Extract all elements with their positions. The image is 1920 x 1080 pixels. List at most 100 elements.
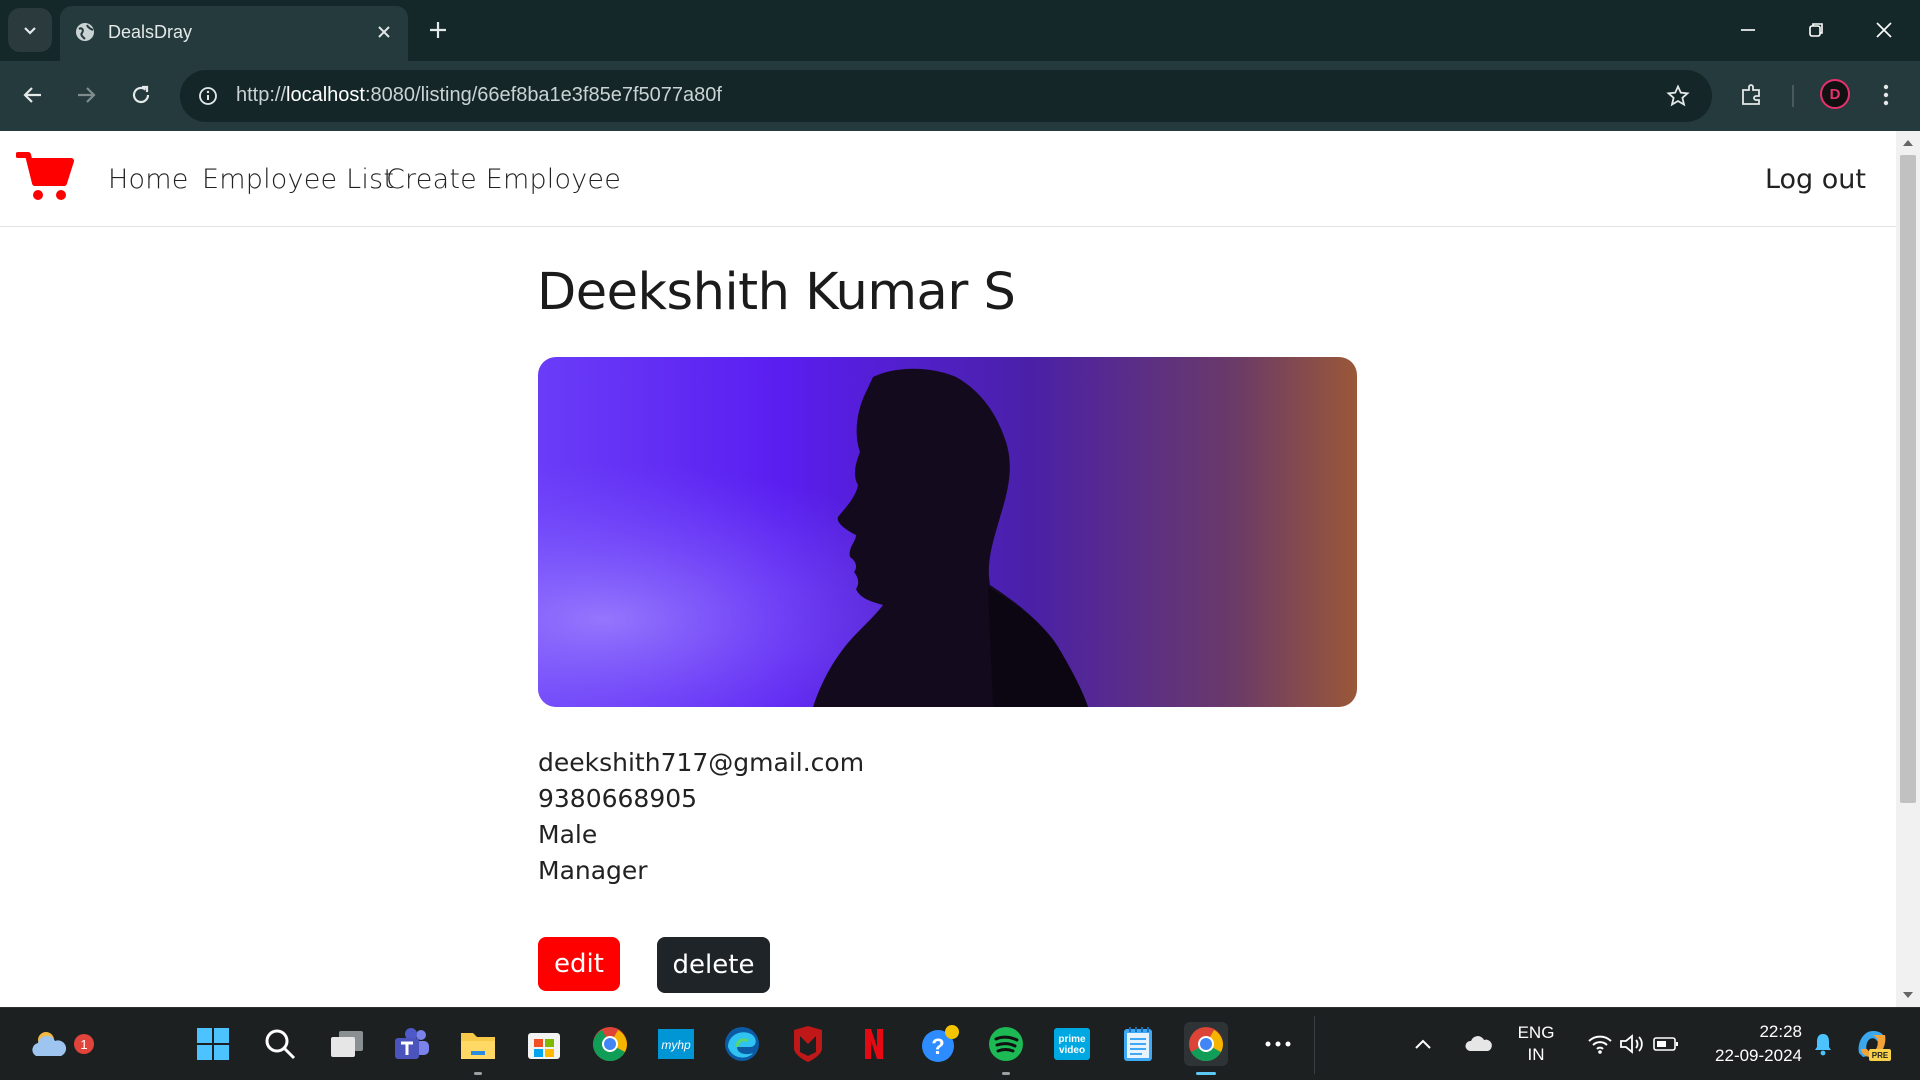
microsoft-store-button[interactable] [522, 1022, 566, 1066]
notifications-button[interactable] [1808, 1022, 1838, 1066]
scroll-down-arrow[interactable] [1902, 989, 1914, 1001]
netflix-button[interactable] [852, 1022, 896, 1066]
caret-up-icon [1903, 140, 1913, 146]
restore-button[interactable] [1794, 10, 1838, 50]
search-icon [265, 1029, 296, 1060]
language-region: IN [1527, 1045, 1545, 1064]
browser-menu-button[interactable] [1866, 75, 1906, 115]
employee-phone: 9380668905 [538, 784, 698, 813]
employee-name: Deekshith Kumar S [537, 263, 1016, 322]
scroll-up-arrow[interactable] [1902, 137, 1914, 149]
taskbar-divider [1314, 1016, 1315, 1074]
back-button[interactable] [13, 75, 53, 115]
site-info-button[interactable] [192, 80, 224, 112]
prime-video-button[interactable]: prime video [1050, 1022, 1094, 1066]
spotify-button[interactable] [984, 1022, 1028, 1075]
close-icon [378, 26, 390, 38]
url-path: :8080/listing/66ef8ba1e3f85e7f5077a80f [364, 84, 722, 106]
more-apps-button[interactable] [1256, 1022, 1300, 1066]
star-icon [1666, 84, 1690, 107]
nav-link-home[interactable]: Home [108, 164, 189, 195]
teams-icon [395, 1028, 429, 1059]
minimize-icon [1741, 29, 1755, 31]
chrome-active-button[interactable] [1184, 1022, 1228, 1075]
profile-icon: D [1829, 85, 1841, 103]
globe-icon [76, 23, 94, 41]
edit-button[interactable]: edit [538, 937, 620, 991]
info-icon [199, 87, 217, 105]
notepad-icon [1124, 1027, 1152, 1061]
notepad-button[interactable] [1116, 1022, 1160, 1066]
microsoft-store-icon [528, 1033, 560, 1059]
show-hidden-icons-button[interactable] [1408, 1022, 1438, 1066]
prime-video-icon: primevideo [1054, 1028, 1090, 1060]
quick-settings-button[interactable] [1578, 1022, 1688, 1066]
svg-text:prime: prime [1058, 1034, 1086, 1045]
start-button[interactable] [191, 1022, 235, 1066]
copilot-button[interactable]: PRE [1850, 1022, 1894, 1066]
logout-link[interactable]: Log out [1765, 164, 1866, 195]
clock[interactable]: 22:28 22-09-2024 [1694, 1022, 1802, 1066]
browser-tab-active[interactable]: DealsDray [60, 6, 408, 61]
close-icon [1876, 22, 1892, 38]
clock-date: 22-09-2024 [1715, 1046, 1802, 1065]
profile-image [538, 357, 1357, 707]
running-indicator [1002, 1072, 1010, 1075]
kebab-menu-icon [1883, 84, 1889, 106]
search-button[interactable] [258, 1022, 302, 1066]
teams-button[interactable] [390, 1022, 434, 1066]
chevron-down-icon [24, 27, 36, 35]
toolbar-divider [1792, 85, 1794, 107]
new-tab-button[interactable] [424, 16, 452, 44]
forward-button[interactable] [66, 75, 106, 115]
task-view-icon [331, 1031, 363, 1057]
nav-link-create-employee[interactable]: Create Employee [386, 164, 621, 195]
volume-icon [1620, 1034, 1643, 1054]
tab-close-button[interactable] [372, 20, 396, 44]
svg-text:?: ? [931, 1034, 944, 1059]
edge-icon [725, 1027, 759, 1061]
chrome-button[interactable] [588, 1022, 632, 1066]
mcafee-button[interactable] [786, 1022, 830, 1066]
shopping-cart-icon[interactable] [16, 149, 74, 203]
url-text[interactable]: http://localhost:8080/listing/66ef8ba1e3… [236, 84, 722, 107]
bookmark-button[interactable] [1664, 82, 1692, 110]
arrow-right-icon [78, 87, 96, 103]
profile-avatar[interactable]: D [1820, 79, 1850, 109]
get-help-button[interactable]: ? [918, 1022, 962, 1066]
chrome-icon [593, 1027, 627, 1061]
language-indicator[interactable]: ENG IN [1514, 1023, 1558, 1065]
start-icon [197, 1028, 229, 1060]
weather-widget[interactable]: 1 [26, 1022, 94, 1066]
language-code: ENG [1517, 1023, 1555, 1042]
scroll-thumb[interactable] [1900, 155, 1916, 803]
edge-button[interactable] [720, 1022, 764, 1066]
browser-tab-bar: DealsDray [0, 0, 1920, 61]
address-bar[interactable]: http://localhost:8080/listing/66ef8ba1e3… [180, 70, 1712, 122]
employee-email: deekshith717@gmail.com [538, 748, 865, 777]
file-explorer-button[interactable] [456, 1022, 500, 1075]
clock-time: 22:28 [1759, 1022, 1802, 1041]
extensions-button[interactable] [1732, 75, 1772, 115]
active-indicator [1196, 1072, 1216, 1075]
svg-text:PRE: PRE [1872, 1051, 1889, 1060]
myhp-button[interactable]: myhp [654, 1022, 698, 1066]
restore-icon [1809, 23, 1823, 37]
weather-notification-badge: 1 [74, 1034, 94, 1054]
copilot-icon: PRE [1858, 1031, 1891, 1061]
onedrive-button[interactable] [1462, 1022, 1496, 1066]
employee-photo [538, 357, 1357, 707]
cloud-icon [1465, 1036, 1492, 1051]
task-view-button[interactable] [325, 1022, 369, 1066]
close-window-button[interactable] [1862, 10, 1906, 50]
cloud-sun-icon [32, 1032, 67, 1056]
minimize-button[interactable] [1726, 10, 1770, 50]
tab-search-button[interactable] [8, 8, 52, 52]
nav-link-employee-list[interactable]: Employee List [202, 164, 394, 195]
delete-button[interactable]: delete [657, 937, 770, 993]
url-host: localhost [286, 84, 365, 106]
page-scrollbar[interactable] [1896, 131, 1920, 1007]
help-icon: ? [922, 1025, 959, 1062]
reload-button[interactable] [121, 75, 161, 115]
arrow-left-icon [23, 87, 41, 103]
